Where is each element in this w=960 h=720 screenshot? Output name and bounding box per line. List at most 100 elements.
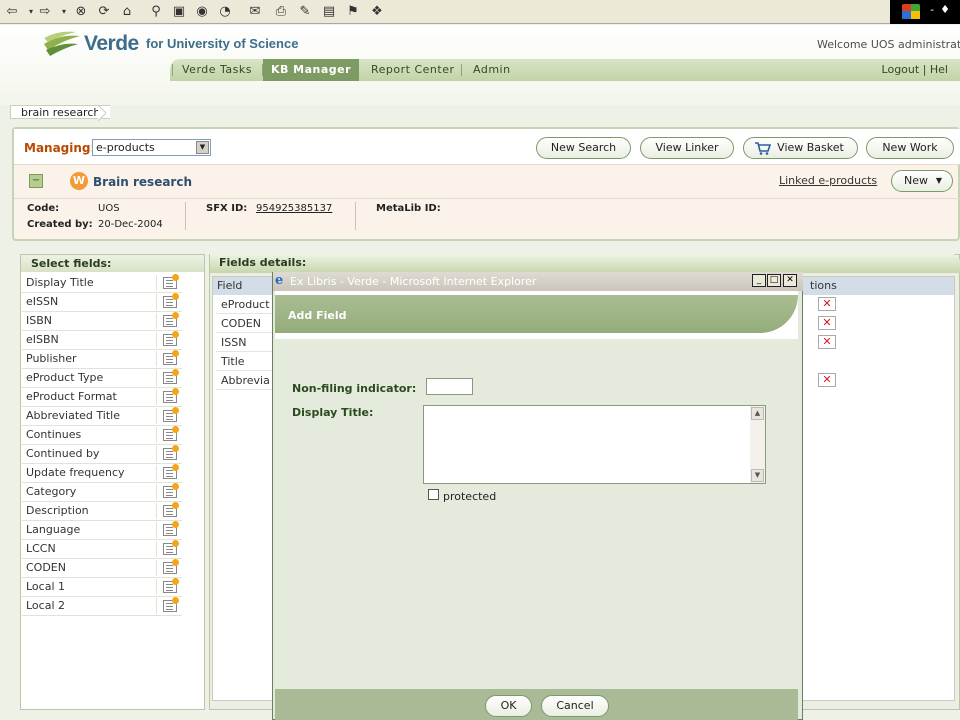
- view-basket-label: View Basket: [777, 141, 844, 154]
- add-field-icon[interactable]: [156, 331, 180, 348]
- favorites-icon[interactable]: ▣: [170, 3, 188, 21]
- view-linker-button[interactable]: View Linker: [640, 137, 734, 159]
- back-icon[interactable]: ⇦: [3, 3, 21, 21]
- basket-icon: [755, 142, 771, 155]
- history-icon[interactable]: ◔: [216, 3, 234, 21]
- add-field-icon[interactable]: [156, 483, 180, 500]
- select-field-label: LCCN: [26, 542, 56, 555]
- select-field-row: eProduct Type: [22, 369, 182, 388]
- add-field-icon[interactable]: [156, 559, 180, 576]
- non-filing-indicator-input[interactable]: [426, 378, 473, 395]
- display-title-textarea[interactable]: [423, 405, 766, 484]
- delete-icon[interactable]: ✕: [818, 316, 836, 330]
- cancel-button[interactable]: Cancel: [541, 695, 609, 717]
- managing-select[interactable]: e-products ▼: [92, 139, 211, 156]
- breadcrumb[interactable]: brain research: [10, 105, 111, 119]
- select-field-label: Category: [26, 485, 77, 498]
- close-icon[interactable]: ✕: [783, 274, 797, 287]
- select-field-row: Continues: [22, 426, 182, 445]
- scroll-down-icon[interactable]: ▼: [751, 469, 764, 482]
- nav-kb-manager[interactable]: KB Manager: [263, 59, 359, 81]
- brand-name: Verde: [84, 32, 139, 55]
- media-icon[interactable]: ◉: [193, 3, 211, 21]
- logout-link[interactable]: Logout | Hel: [882, 59, 948, 81]
- collapse-icon[interactable]: −: [29, 174, 43, 188]
- created-value: 20-Dec-2004: [98, 219, 163, 230]
- sfx-id-link[interactable]: 954925385137: [256, 203, 332, 214]
- refresh-icon[interactable]: ⟳: [95, 3, 113, 21]
- divider: [185, 202, 186, 230]
- select-field-label: Update frequency: [26, 466, 125, 479]
- add-field-icon[interactable]: [156, 274, 180, 291]
- discuss-icon-2[interactable]: ⚑: [344, 3, 362, 21]
- add-field-icon[interactable]: [156, 521, 180, 538]
- add-field-icon[interactable]: [156, 369, 180, 386]
- new-dropdown-button[interactable]: New ▼: [891, 170, 953, 192]
- scroll-up-icon[interactable]: ▲: [751, 407, 764, 420]
- edit-icon[interactable]: [803, 316, 813, 330]
- delete-icon[interactable]: ✕: [818, 297, 836, 311]
- add-field-icon[interactable]: [156, 464, 180, 481]
- new-work-button[interactable]: New Work: [866, 137, 954, 159]
- edit-icon[interactable]: [803, 354, 813, 368]
- edit-icon[interactable]: [803, 373, 813, 387]
- field-row-label: Abbrevia: [216, 371, 276, 390]
- protected-checkbox[interactable]: [428, 489, 439, 500]
- add-field-icon[interactable]: [156, 407, 180, 424]
- add-field-icon[interactable]: [156, 445, 180, 462]
- forward-icon[interactable]: ⇨: [36, 3, 54, 21]
- forward-dropdown-icon[interactable]: ▾: [55, 3, 73, 21]
- add-field-icon[interactable]: [156, 578, 180, 595]
- view-basket-button[interactable]: View Basket: [743, 137, 858, 159]
- nav-admin[interactable]: Admin: [473, 59, 523, 81]
- select-field-label: ISBN: [26, 314, 53, 327]
- add-field-icon[interactable]: [156, 293, 180, 310]
- minimize-icon[interactable]: _: [752, 274, 766, 287]
- select-field-label: Publisher: [26, 352, 77, 365]
- field-row-label: ISSN: [216, 333, 276, 352]
- nav-report-center[interactable]: Report Center: [371, 59, 455, 81]
- ok-button[interactable]: OK: [485, 695, 532, 717]
- add-field-icon[interactable]: [156, 597, 180, 614]
- delete-icon[interactable]: ✕: [818, 373, 836, 387]
- add-field-icon[interactable]: [156, 350, 180, 367]
- divider: [14, 198, 960, 199]
- maximize-icon[interactable]: □: [767, 274, 781, 287]
- search-icon[interactable]: ⚲: [147, 3, 165, 21]
- add-field-icon[interactable]: [156, 426, 180, 443]
- edit-icon[interactable]: [803, 297, 813, 311]
- nav-verde-tasks[interactable]: Verde Tasks: [182, 59, 262, 81]
- home-icon[interactable]: ⌂: [118, 3, 136, 21]
- edit-icon[interactable]: [803, 335, 813, 349]
- mail-icon[interactable]: ✉: [246, 3, 264, 21]
- select-field-label: eISBN: [26, 333, 59, 346]
- linked-eproducts-link[interactable]: Linked e-products: [779, 174, 877, 187]
- discuss-icon[interactable]: ▤: [320, 3, 338, 21]
- delete-icon[interactable]: ✕: [818, 335, 836, 349]
- select-field-row: Continued by: [22, 445, 182, 464]
- select-field-label: eProduct Type: [26, 371, 104, 384]
- new-search-button[interactable]: New Search: [536, 137, 631, 159]
- add-field-icon[interactable]: [156, 388, 180, 405]
- select-field-row: Display Title: [22, 274, 182, 293]
- edit-icon[interactable]: ✎: [296, 3, 314, 21]
- main-nav: Verde Tasks KB Manager Report Center Adm…: [170, 59, 960, 81]
- popup-body: [275, 291, 798, 689]
- select-field-row: Description: [22, 502, 182, 521]
- column-header-field: Field: [217, 279, 243, 292]
- research-icon[interactable]: ❖: [368, 3, 386, 21]
- add-field-icon[interactable]: [156, 312, 180, 329]
- work-badge-icon: W: [70, 172, 88, 190]
- select-field-row: Local 2: [22, 597, 182, 616]
- managing-select-value: e-products: [96, 141, 155, 154]
- field-row-label: eProduct: [216, 295, 276, 314]
- add-field-icon[interactable]: [156, 502, 180, 519]
- stop-icon[interactable]: ⊗: [72, 3, 90, 21]
- print-icon[interactable]: ⎙: [272, 3, 290, 21]
- popup-heading-bar: [275, 295, 798, 333]
- chevron-down-icon[interactable]: ▼: [196, 141, 209, 154]
- add-field-icon[interactable]: [156, 540, 180, 557]
- select-field-row: Publisher: [22, 350, 182, 369]
- textarea-scrollbar[interactable]: ▲ ▼: [750, 406, 765, 483]
- popup-heading: Add Field: [288, 309, 347, 322]
